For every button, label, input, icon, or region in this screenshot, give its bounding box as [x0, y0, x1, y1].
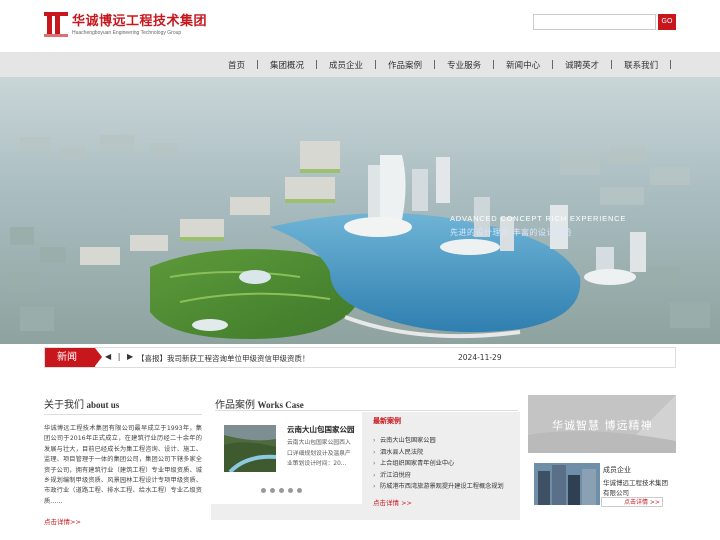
member-company-desc[interactable]: 华诚博远工程技术集团有限公司: [603, 478, 673, 498]
carousel-dot[interactable]: [261, 488, 266, 493]
spirit-banner[interactable]: 华诚智慧 博远精神: [528, 395, 676, 453]
latest-case-item[interactable]: 沂江泊悦府: [373, 470, 513, 482]
nav-item-contact[interactable]: 联系我们: [624, 59, 658, 71]
latest-cases: 最新案例 云南大山包国家公园 泗水县人民法院 上合组织国家青年创业中心 沂江泊悦…: [373, 416, 513, 507]
latest-case-item[interactable]: 云南大山包国家公园: [373, 435, 513, 447]
latest-case-item[interactable]: 上合组织国家青年创业中心: [373, 458, 513, 470]
nav-item-services[interactable]: 专业服务: [447, 59, 481, 71]
hero-banner[interactable]: ADVANCED CONCEPT RICH EXPERIENCE 先进的设计理念…: [0, 77, 720, 344]
main-nav: 首页 集团概况 成员企业 作品案例 专业服务 新闻中心 诚聘英才 联系我们: [0, 52, 720, 77]
news-label-arrow: [95, 348, 102, 366]
about-section: 关于我们 about us 华诚博远工程技术集团有限公司最早成立于1993年，集…: [44, 396, 202, 526]
next-icon[interactable]: ▶: [127, 352, 133, 361]
carousel-dot[interactable]: [297, 488, 302, 493]
divider: [215, 410, 518, 411]
nav-divider: [670, 60, 672, 69]
news-headline[interactable]: 【喜报】我司新获工程咨询单位甲级资信甲级资质！: [137, 353, 310, 364]
prev-icon[interactable]: ◀: [105, 352, 111, 361]
nav-item-members[interactable]: 成员企业: [329, 59, 363, 71]
brand-name-cn: 华诚博远工程技术集团: [72, 13, 208, 29]
search-button[interactable]: GO: [658, 14, 676, 30]
latest-cases-title: 最新案例: [373, 417, 401, 425]
search-input[interactable]: [533, 14, 656, 30]
slogan-en: ADVANCED CONCEPT RICH EXPERIENCE: [450, 214, 627, 223]
about-more-link[interactable]: 点击详情>>: [44, 516, 202, 526]
about-title-en: about us: [86, 400, 120, 410]
banner-illustration: [0, 77, 720, 344]
nav-divider: [434, 60, 436, 69]
nav-divider: [611, 60, 613, 69]
news-label: 新闻: [45, 348, 95, 367]
works-more-link[interactable]: 点击详情 >>: [373, 497, 513, 507]
works-title-en: Works Case: [257, 400, 304, 410]
member-company-more-link[interactable]: 点击详情 >>: [601, 497, 663, 507]
carousel-dots: [261, 488, 306, 493]
ticker-divider: |: [117, 352, 121, 361]
nav-divider: [316, 60, 318, 69]
nav-item-works[interactable]: 作品案例: [388, 59, 422, 71]
news-date: 2024-11-29: [458, 353, 502, 362]
about-heading: 关于我们 about us: [44, 396, 202, 411]
about-title-cn: 关于我们: [44, 400, 84, 411]
member-company-title: 成员企业: [603, 466, 631, 474]
about-body: 华诚博远工程技术集团有限公司最早成立于1993年，集团公司于2016年正式成立，…: [44, 425, 202, 505]
carousel-dot[interactable]: [279, 488, 284, 493]
spirit-text: 华诚智慧 博远精神: [552, 419, 653, 432]
member-company-card: 成员企业 华诚博远工程技术集团有限公司: [528, 455, 676, 521]
works-card-desc: 云南大山包国家公园西入口详细规划设计及温泉产业策划设计时间：20...: [287, 440, 351, 467]
nav-item-home[interactable]: 首页: [228, 59, 245, 71]
brand-name-en: Huachengboyuan Engineering Technology Gr…: [72, 29, 182, 36]
news-ticker: 新闻 ◀ | ▶ 【喜报】我司新获工程咨询单位甲级资信甲级资质！ 2024-11…: [44, 347, 676, 368]
nav-divider: [375, 60, 377, 69]
ticker-controls: ◀ | ▶: [105, 352, 137, 361]
works-thumbnail[interactable]: [224, 425, 276, 472]
nav-item-news[interactable]: 新闻中心: [506, 59, 540, 71]
latest-case-item[interactable]: 泗水县人民法院: [373, 447, 513, 459]
carousel-dot[interactable]: [288, 488, 293, 493]
logo[interactable]: 华诚博远工程技术集团 Huachengboyuan Engineering Te…: [44, 12, 207, 38]
nav-divider: [257, 60, 259, 69]
nav-divider: [552, 60, 554, 69]
works-heading: 作品案例 Works Case: [215, 396, 304, 411]
works-card-title[interactable]: 云南大山包国家公园: [287, 424, 355, 435]
search-bar: GO: [533, 14, 676, 30]
member-company-image[interactable]: [534, 463, 600, 505]
divider: [44, 414, 202, 415]
nav-item-careers[interactable]: 诚聘英才: [565, 59, 599, 71]
nav-divider: [493, 60, 495, 69]
latest-case-item[interactable]: 防城港市西湾旅游景观提升建设工程概念规划: [373, 481, 513, 493]
header: 华诚博远工程技术集团 Huachengboyuan Engineering Te…: [0, 0, 720, 52]
logo-icon: [44, 12, 68, 38]
carousel-dot[interactable]: [270, 488, 275, 493]
slogan-cn: 先进的设计理念 丰富的设计经验: [450, 228, 573, 237]
nav-item-overview[interactable]: 集团概况: [270, 59, 304, 71]
